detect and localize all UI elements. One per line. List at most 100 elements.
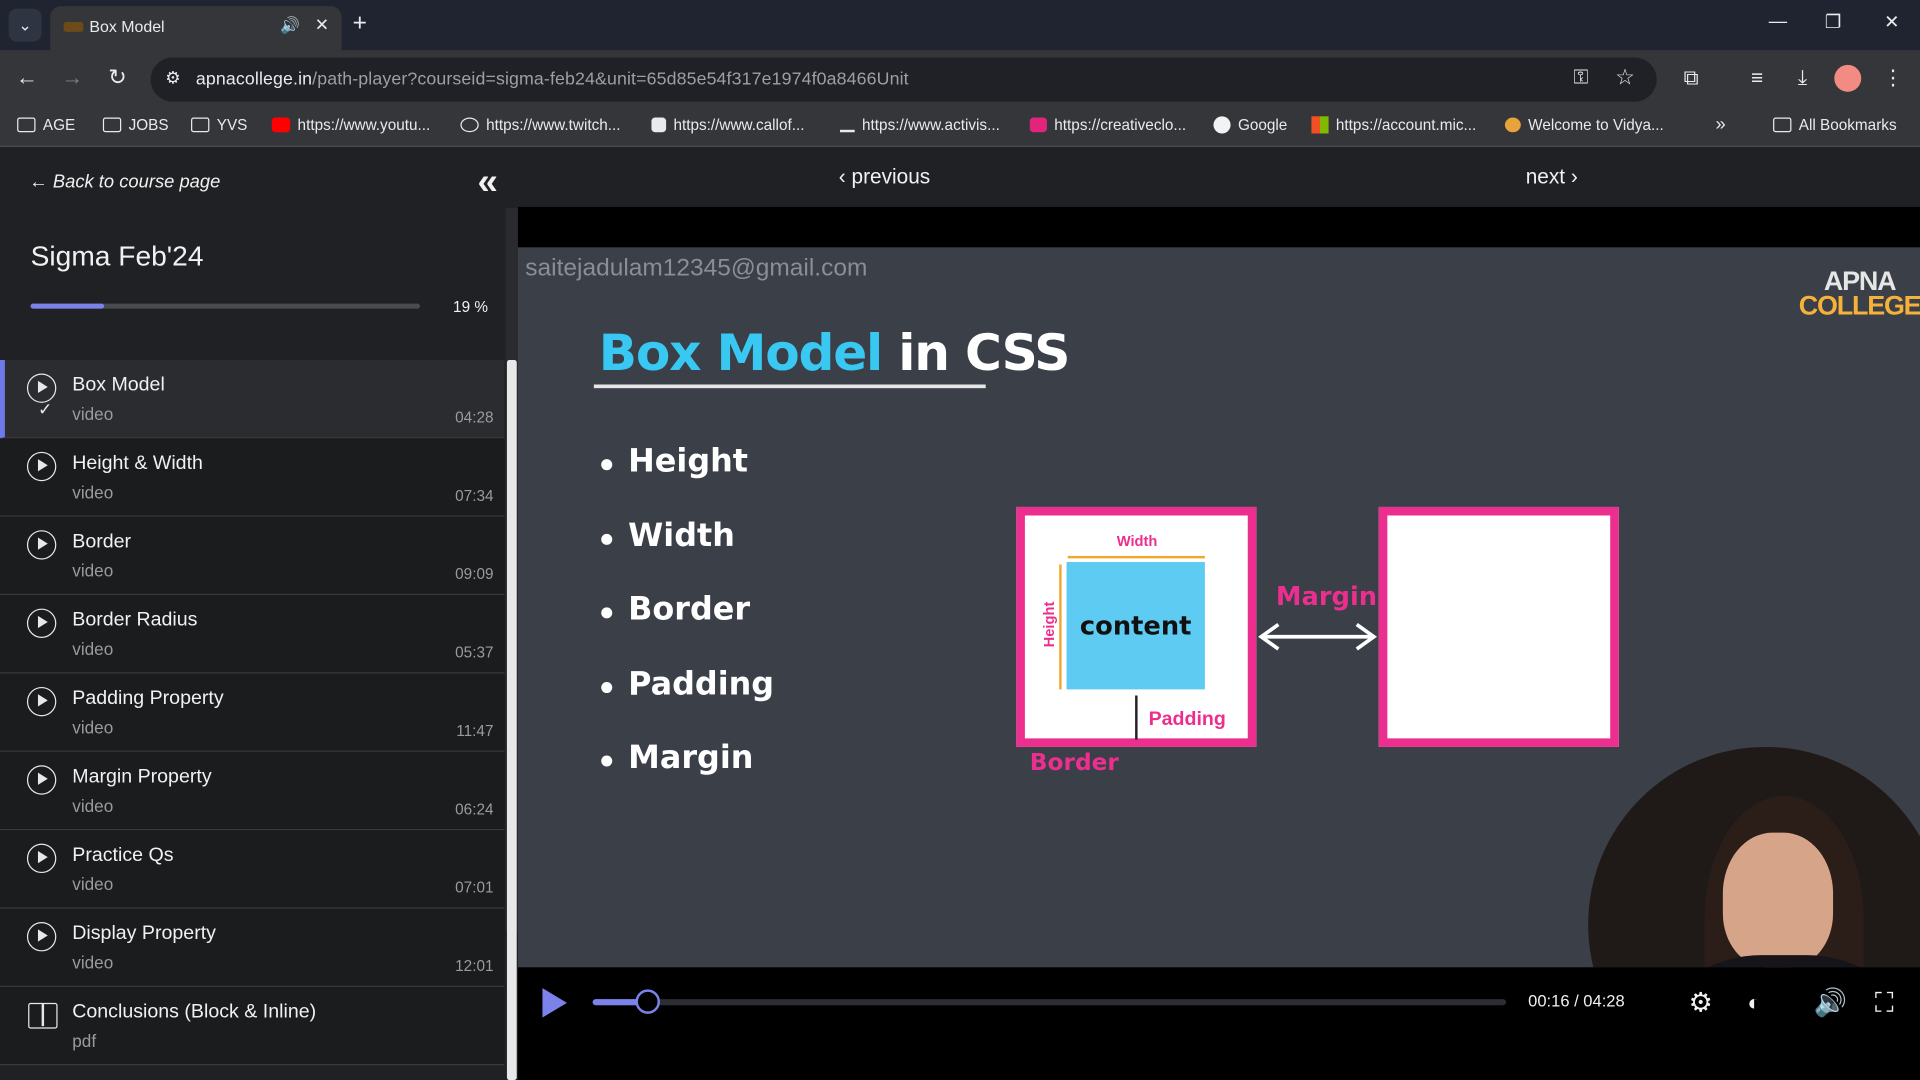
password-key-icon[interactable]: ⚿ <box>1573 67 1588 89</box>
microsoft-icon <box>1311 116 1329 134</box>
presenter-webcam <box>1588 746 1920 968</box>
bookmark-label: https://www.youtu... <box>297 116 431 134</box>
media-controls-icon[interactable]: ≡ <box>1741 66 1773 90</box>
settings-gear-icon[interactable]: ⚙ <box>1689 987 1713 1019</box>
more-bookmarks-button[interactable]: » <box>1716 114 1726 135</box>
download-icon[interactable]: ⤓ <box>1787 66 1819 90</box>
profile-avatar[interactable] <box>1834 64 1862 92</box>
reload-icon[interactable]: ↻ <box>103 65 132 91</box>
play-icon[interactable] <box>542 988 567 1018</box>
url-host: apnacollege.in <box>195 69 313 90</box>
play-circle-icon <box>26 765 57 795</box>
vidya-icon <box>1504 117 1521 133</box>
close-window-button[interactable]: ✕ <box>1873 11 1910 33</box>
close-tab-icon[interactable]: ✕ <box>315 15 329 36</box>
lesson-type: video <box>72 560 114 581</box>
lesson-nav: ‹ previous next › <box>517 151 1920 207</box>
bookmark-creativecloud[interactable]: https://creativeclo... <box>1029 116 1187 134</box>
url-path: /path-player?courseid=sigma-feb24&unit=6… <box>312 69 909 90</box>
sidebar-scrollbar-thumb[interactable] <box>506 360 517 1080</box>
bullet-dot <box>601 681 613 693</box>
bookmark-label: Welcome to Vidya... <box>1528 116 1664 134</box>
site-info-icon[interactable]: ⚙ <box>165 67 180 88</box>
restore-button[interactable]: ❐ <box>1815 11 1852 33</box>
minimize-button[interactable]: — <box>1760 11 1797 32</box>
time-display: 00:16 / 04:28 <box>1528 991 1625 1011</box>
seek-bar[interactable] <box>592 999 1507 1006</box>
lesson-item-practice-qs[interactable]: Practice Qs video 07:01 <box>0 830 505 909</box>
lesson-type: video <box>72 717 114 738</box>
app-window: ⌄ Box Model 🔊 ✕ + — ❐ ✕ ← → ↻ ⚙ apnacoll… <box>0 0 1920 1080</box>
bookmark-label: https://creativeclo... <box>1054 116 1187 134</box>
toggle-switch-icon[interactable]: ◐ <box>1747 991 1760 1017</box>
lesson-type: video <box>72 874 114 894</box>
browser-toolbar: ← → ↻ ⚙ apnacollege.in/path-player?cours… <box>0 50 1920 107</box>
seek-handle[interactable] <box>635 989 660 1014</box>
user-watermark: saitejadulam12345@gmail.com <box>525 254 868 282</box>
bookmark-label: AGE <box>42 116 76 134</box>
video-frame[interactable]: saitejadulam12345@gmail.com APNA COLLEGE… <box>517 247 1920 968</box>
next-lesson-link[interactable]: next › <box>1526 165 1578 189</box>
lesson-item-border[interactable]: Border video 09:09 <box>0 516 505 596</box>
lesson-name: Display Property <box>72 923 216 945</box>
play-circle-icon <box>26 451 57 482</box>
lesson-item-conclusions[interactable]: Conclusions (Block & Inline) pdf <box>0 986 505 1066</box>
lesson-duration: 06:24 <box>455 800 494 818</box>
address-bar[interactable]: ⚙ apnacollege.in/path-player?courseid=si… <box>150 57 1657 102</box>
bookmark-google[interactable]: Google <box>1213 116 1287 134</box>
fullscreen-icon[interactable]: ⛶ <box>1875 987 1894 1019</box>
lesson-item-border-radius[interactable]: Border Radius video 05:37 <box>0 595 505 674</box>
bookmark-callofduty[interactable]: https://www.callof... <box>651 116 804 133</box>
bookmark-youtube[interactable]: https://www.youtu... <box>271 116 431 134</box>
bookmark-label: All Bookmarks <box>1798 116 1897 134</box>
lesson-list: ✓ Box Model video 04:28 Height & Width v… <box>0 360 505 1080</box>
folder-icon <box>17 117 36 133</box>
lesson-name: Border <box>72 531 132 553</box>
slide-title-rest: in CSS <box>898 323 1070 383</box>
lesson-name: Practice Qs <box>72 844 174 866</box>
bookmark-label: https://www.callof... <box>673 116 805 134</box>
collapse-sidebar-icon[interactable]: « <box>478 162 498 204</box>
folder-icon <box>191 117 210 133</box>
bookmark-microsoft[interactable]: https://account.mic... <box>1311 116 1477 134</box>
volume-icon[interactable]: 🔊 <box>1813 987 1847 1019</box>
bookmark-label: https://www.twitch... <box>486 116 621 134</box>
lesson-item-display-property[interactable]: Display Property video 12:01 <box>0 908 505 987</box>
bookmark-label: https://account.mic... <box>1335 116 1477 134</box>
extensions-icon[interactable]: ⧉ <box>1675 66 1707 90</box>
bookmark-star-icon[interactable]: ☆ <box>1615 65 1635 91</box>
bullet-dot <box>601 607 613 619</box>
lesson-item-padding-property[interactable]: Padding Property video 11:47 <box>0 673 505 752</box>
bookmark-jobs[interactable]: JOBS <box>102 116 169 134</box>
back-link-label: Back to course page <box>52 171 221 193</box>
new-tab-button[interactable]: + <box>353 10 367 37</box>
previous-lesson-link[interactable]: ‹ previous <box>839 165 930 189</box>
tab-search-button[interactable]: ⌄ <box>8 8 42 42</box>
bookmark-vidya[interactable]: Welcome to Vidya... <box>1504 116 1664 134</box>
tab-bar: ⌄ Box Model 🔊 ✕ + — ❐ ✕ <box>0 0 1920 51</box>
lesson-item-height-width[interactable]: Height & Width video 07:34 <box>0 438 505 517</box>
back-arrow-icon[interactable]: ← <box>12 65 41 91</box>
padding-arrow <box>1135 695 1138 740</box>
url-text[interactable]: apnacollege.in/path-player?courseid=sigm… <box>196 70 909 90</box>
back-to-course-link[interactable]: ← Back to course page <box>29 171 220 192</box>
lesson-item-margin-property[interactable]: Margin Property video 06:24 <box>0 751 505 831</box>
speaker-icon[interactable]: 🔊 <box>280 16 300 36</box>
play-circle-icon <box>26 922 57 952</box>
bookmark-age[interactable]: AGE <box>17 116 75 133</box>
bookmark-yvs[interactable]: YVS <box>191 116 247 133</box>
all-bookmarks-button[interactable]: All Bookmarks <box>1773 116 1897 133</box>
browser-tab[interactable]: Box Model 🔊 ✕ <box>50 6 342 51</box>
next-label: next <box>1525 165 1566 189</box>
lesson-type: video <box>72 482 114 503</box>
lesson-name: Margin Property <box>72 766 212 788</box>
forward-arrow-icon[interactable]: → <box>58 65 87 91</box>
menu-kebab-icon[interactable]: ⋮ <box>1877 66 1909 90</box>
lesson-duration: 09:09 <box>455 565 494 583</box>
bookmark-label: JOBS <box>128 116 169 134</box>
box-model-diagram: Width Height content Padding <box>1016 506 1257 747</box>
lesson-item-box-model[interactable]: ✓ Box Model video 04:28 <box>0 360 505 439</box>
play-circle-icon <box>26 608 57 638</box>
bookmark-twitch[interactable]: https://www.twitch... <box>460 116 621 134</box>
bookmark-activision[interactable]: https://www.activis... <box>840 116 1000 133</box>
